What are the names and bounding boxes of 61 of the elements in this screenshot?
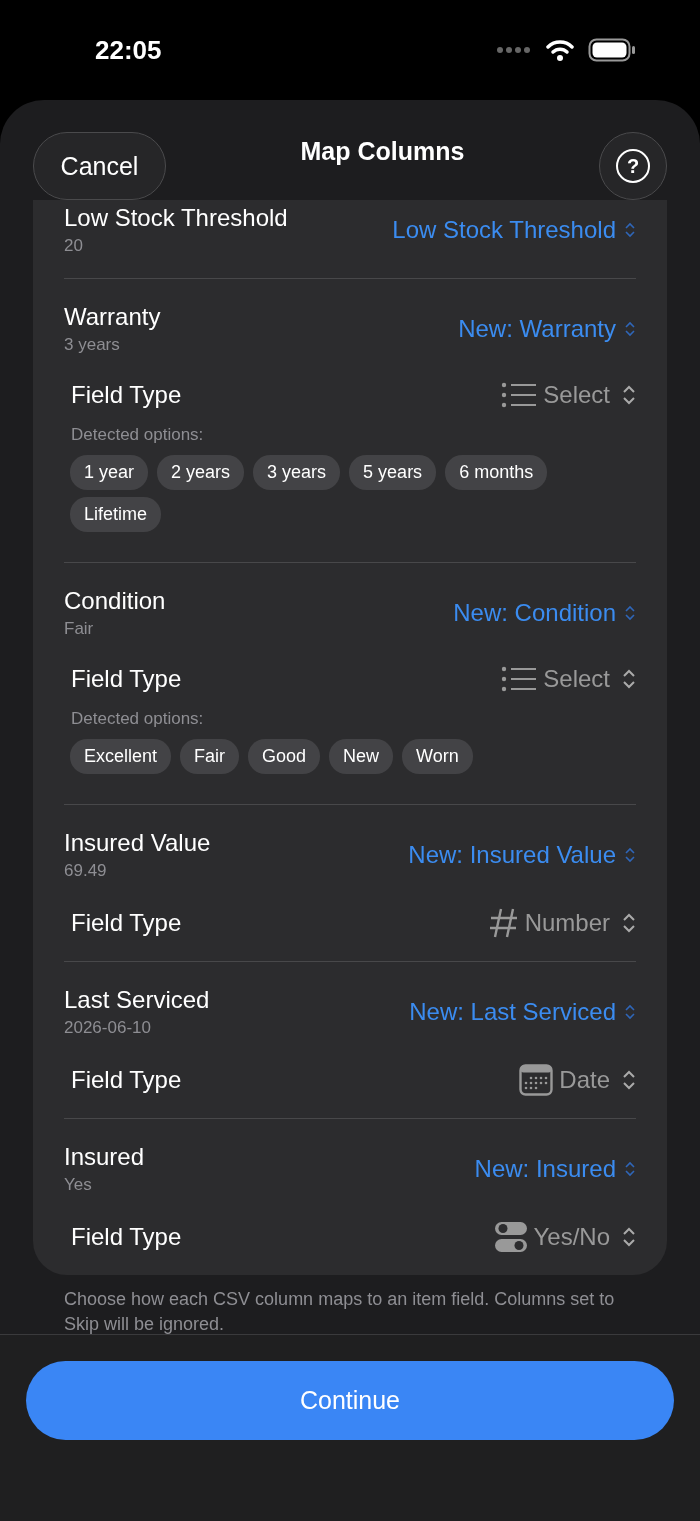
option-chip: Fair <box>180 739 240 774</box>
option-chip: 2 years <box>157 455 245 490</box>
column-name: Insured <box>64 1143 145 1171</box>
column-name: Condition <box>64 587 166 615</box>
option-chip: Worn <box>402 739 473 774</box>
up-down-chevron-icon <box>622 1069 636 1091</box>
mapping-picker[interactable]: New: Insured <box>474 1155 636 1183</box>
field-type-picker[interactable]: Number <box>488 907 636 939</box>
footer-note: Choose how each CSV column maps to an item field. Columns set to Skip will be ignored. <box>64 1288 616 1336</box>
option-chip: Lifetime <box>70 497 162 532</box>
column-name: Low Stock Threshold <box>64 204 288 232</box>
battery-icon <box>588 38 636 62</box>
up-down-chevron-icon <box>624 320 636 338</box>
field-type-label: Field Type <box>71 1223 182 1251</box>
mapping-picker[interactable]: New: Last Serviced <box>409 998 636 1026</box>
signal-icon <box>496 46 532 54</box>
field-type-picker[interactable]: Select <box>501 665 636 693</box>
screen-title: Map Columns <box>300 136 465 166</box>
up-down-chevron-icon <box>622 384 636 406</box>
up-down-chevron-icon <box>622 668 636 690</box>
mapping-picker[interactable]: New: Condition <box>453 599 636 627</box>
option-chip: Excellent <box>70 739 172 774</box>
column-name: Insured Value <box>64 829 211 857</box>
sample-value: 3 years <box>64 335 121 355</box>
field-type-picker[interactable]: Select <box>501 381 636 409</box>
cancel-button[interactable]: Cancel <box>33 132 166 200</box>
up-down-chevron-icon <box>622 1226 636 1248</box>
help-button[interactable]: ? <box>599 132 667 200</box>
mapping-picker[interactable]: New: Warranty <box>458 315 636 343</box>
up-down-chevron-icon <box>624 604 636 622</box>
field-type-label: Field Type <box>71 665 182 693</box>
option-chip: 3 years <box>253 455 341 490</box>
column-name: Warranty <box>64 303 161 331</box>
sample-value: Yes <box>64 1175 93 1195</box>
wifi-icon <box>546 39 574 61</box>
mapping-picker[interactable]: Low Stock Threshold <box>392 216 636 244</box>
column-name: Last Serviced <box>64 986 210 1014</box>
option-chip: 5 years <box>349 455 437 490</box>
field-type-picker[interactable]: Date <box>519 1064 636 1096</box>
sample-value: 2026-06-10 <box>64 1018 152 1038</box>
option-chip: Good <box>248 739 321 774</box>
option-chip: 6 months <box>445 455 548 490</box>
field-type-label: Field Type <box>71 381 182 409</box>
sample-value: 69.49 <box>64 861 108 881</box>
status-time: 22:05 <box>95 34 162 66</box>
detected-options-label: Detected options: <box>71 425 205 445</box>
field-type-picker[interactable]: Yes/No <box>493 1221 636 1253</box>
option-chip: 1 year <box>70 455 149 490</box>
field-type-label: Field Type <box>71 909 182 937</box>
continue-button[interactable]: Continue <box>26 1361 674 1440</box>
detected-options-label: Detected options: <box>71 709 205 729</box>
sample-value: 20 <box>64 236 84 256</box>
up-down-chevron-icon <box>624 221 636 239</box>
up-down-chevron-icon <box>622 912 636 934</box>
sample-value: Fair <box>64 619 95 639</box>
field-type-label: Field Type <box>71 1066 182 1094</box>
mapping-picker[interactable]: New: Insured Value <box>408 841 636 869</box>
up-down-chevron-icon <box>624 1003 636 1021</box>
up-down-chevron-icon <box>624 1160 636 1178</box>
option-chip: New <box>329 739 394 774</box>
up-down-chevron-icon <box>624 846 636 864</box>
